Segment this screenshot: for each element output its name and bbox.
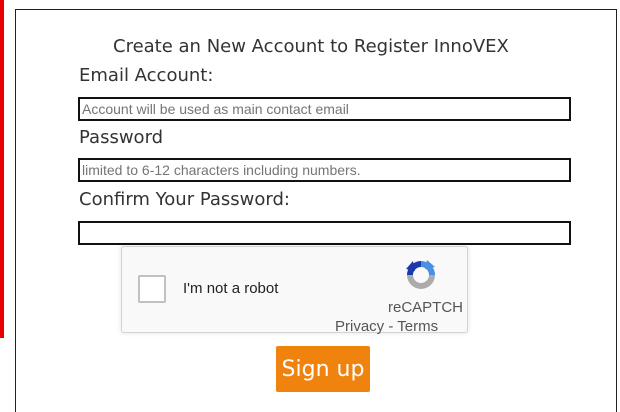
recaptcha-brand: reCAPTCH: [388, 299, 464, 316]
password-label: Password: [79, 127, 164, 148]
page: Create an New Account to Register InnoVE…: [0, 0, 620, 412]
sign-up-button[interactable]: Sign up: [276, 346, 370, 392]
link-separator: -: [384, 318, 398, 335]
email-label: Email Account:: [79, 65, 214, 86]
privacy-link[interactable]: Privacy: [335, 318, 384, 335]
recaptcha-logo-icon: [406, 260, 435, 289]
confirm-password-label: Confirm Your Password:: [79, 189, 290, 210]
recaptcha-links: Privacy - Terms: [335, 318, 438, 335]
email-field[interactable]: [78, 97, 571, 121]
password-field[interactable]: [78, 158, 571, 182]
terms-link[interactable]: Terms: [397, 318, 438, 335]
recaptcha-label: I'm not a robot: [183, 280, 279, 297]
confirm-password-field[interactable]: [78, 221, 571, 245]
recaptcha-checkbox[interactable]: [138, 275, 166, 303]
recaptcha-widget: I'm not a robot reCAPTCH Privacy - Terms: [121, 246, 468, 335]
form-title: Create an New Account to Register InnoVE…: [113, 36, 509, 57]
red-accent-strip: [0, 0, 4, 338]
